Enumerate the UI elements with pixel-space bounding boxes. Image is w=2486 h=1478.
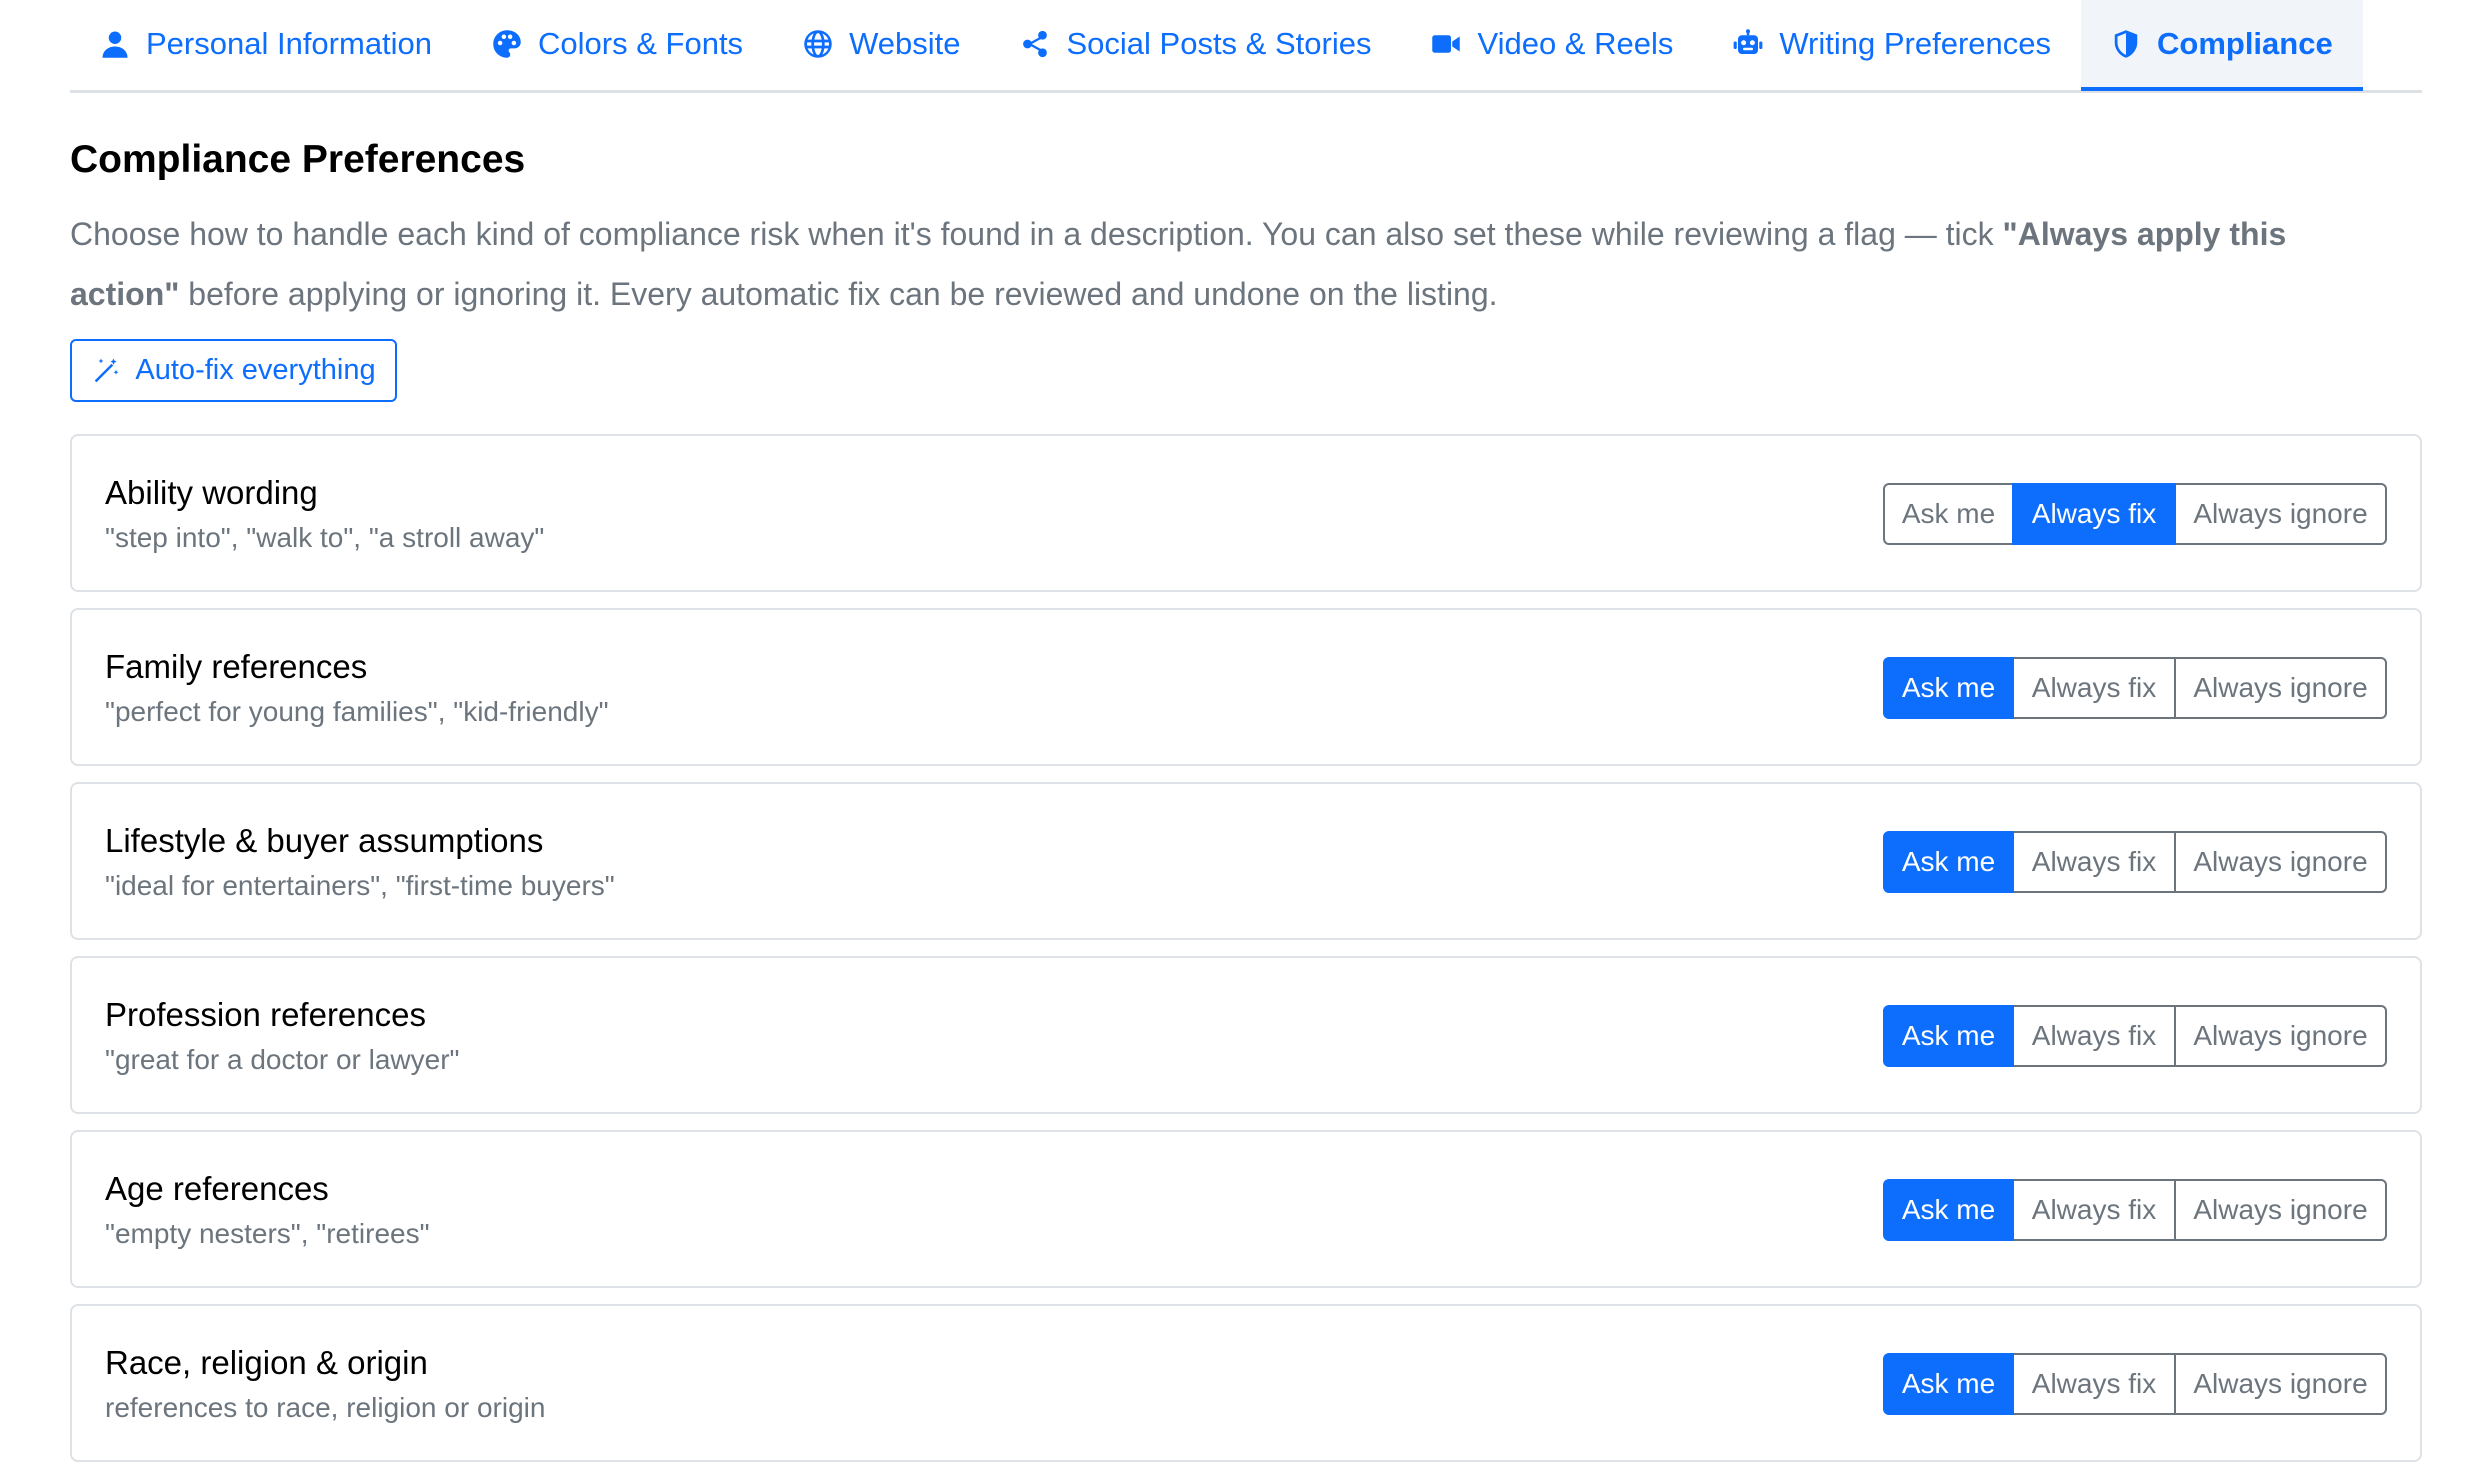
user-icon (100, 29, 130, 59)
palette-icon (492, 29, 522, 59)
tab-label: Writing Preferences (1779, 26, 2051, 61)
category-examples: references to race, religion or origin (105, 1392, 546, 1423)
category-card-race-religion-origin: Race, religion & origin references to ra… (70, 1304, 2422, 1462)
always-fix-button[interactable]: Always fix (2012, 657, 2176, 719)
category-examples: "step into", "walk to", "a stroll away" (105, 522, 545, 553)
globe-icon (803, 29, 833, 59)
ask-me-button[interactable]: Ask me (1883, 1353, 2014, 1415)
category-card-family-references: Family references "perfect for young fam… (70, 608, 2422, 766)
intro-text: Choose how to handle each kind of compli… (70, 204, 2360, 324)
category-card-age-references: Age references "empty nesters", "retiree… (70, 1130, 2422, 1288)
category-title: Race, religion & origin (105, 1344, 428, 1381)
action-toggle-group: Ask me Always fix Always ignore (1883, 1005, 2387, 1067)
always-fix-button[interactable]: Always fix (2012, 1353, 2176, 1415)
category-examples: "great for a doctor or lawyer" (105, 1044, 460, 1075)
always-ignore-button[interactable]: Always ignore (2174, 1005, 2387, 1067)
always-fix-button[interactable]: Always fix (2012, 1179, 2176, 1241)
settings-tabs: Personal Information Colors & Fonts Webs… (70, 0, 2422, 93)
tab-compliance[interactable]: Compliance (2081, 0, 2363, 91)
category-title: Profession references (105, 996, 426, 1033)
category-title: Lifestyle & buyer assumptions (105, 822, 544, 859)
tab-label: Compliance (2157, 25, 2333, 61)
page-title: Compliance Preferences (70, 138, 526, 181)
tab-label: Website (849, 26, 961, 61)
tab-social-posts-stories[interactable]: Social Posts & Stories (990, 0, 1401, 88)
tab-personal-information[interactable]: Personal Information (70, 0, 462, 88)
tab-label: Social Posts & Stories (1066, 26, 1372, 61)
ask-me-button[interactable]: Ask me (1883, 483, 2014, 545)
always-ignore-button[interactable]: Always ignore (2174, 657, 2387, 719)
category-examples: "empty nesters", "retirees" (105, 1218, 430, 1249)
intro-text-part2: before applying or ignoring it. Every au… (179, 276, 1498, 312)
category-examples: "ideal for entertainers", "first-time bu… (105, 870, 615, 901)
action-toggle-group: Ask me Always fix Always ignore (1883, 1179, 2387, 1241)
category-title: Ability wording (105, 474, 318, 511)
share-icon (1020, 29, 1050, 59)
action-toggle-group: Ask me Always fix Always ignore (1883, 831, 2387, 893)
always-fix-button[interactable]: Always fix (2012, 483, 2176, 545)
robot-icon (1733, 29, 1763, 59)
tab-label: Colors & Fonts (538, 26, 744, 61)
video-icon (1431, 29, 1461, 59)
ask-me-button[interactable]: Ask me (1883, 1005, 2014, 1067)
category-card-ability-wording: Ability wording "step into", "walk to", … (70, 434, 2422, 592)
compliance-category-list: Ability wording "step into", "walk to", … (70, 434, 2422, 1478)
auto-fix-everything-label: Auto-fix everything (135, 354, 376, 386)
category-examples: "perfect for young families", "kid-frien… (105, 696, 609, 727)
always-fix-button[interactable]: Always fix (2012, 831, 2176, 893)
action-toggle-group: Ask me Always fix Always ignore (1883, 657, 2387, 719)
action-toggle-group: Ask me Always fix Always ignore (1883, 483, 2387, 545)
always-ignore-button[interactable]: Always ignore (2174, 831, 2387, 893)
tab-label: Personal Information (146, 26, 433, 61)
always-ignore-button[interactable]: Always ignore (2174, 483, 2387, 545)
intro-text-part1: Choose how to handle each kind of compli… (70, 216, 2003, 252)
ask-me-button[interactable]: Ask me (1883, 657, 2014, 719)
category-card-lifestyle-buyer-assumptions: Lifestyle & buyer assumptions "ideal for… (70, 782, 2422, 940)
shield-icon (2111, 29, 2141, 59)
tab-writing-preferences[interactable]: Writing Preferences (1703, 0, 2081, 88)
ask-me-button[interactable]: Ask me (1883, 831, 2014, 893)
category-title: Age references (105, 1170, 329, 1207)
tab-colors-fonts[interactable]: Colors & Fonts (462, 0, 773, 88)
always-ignore-button[interactable]: Always ignore (2174, 1179, 2387, 1241)
action-toggle-group: Ask me Always fix Always ignore (1883, 1353, 2387, 1415)
magic-wand-icon (95, 358, 119, 382)
category-card-profession-references: Profession references "great for a docto… (70, 956, 2422, 1114)
tab-label: Video & Reels (1477, 26, 1674, 61)
always-ignore-button[interactable]: Always ignore (2174, 1353, 2387, 1415)
auto-fix-everything-button[interactable]: Auto-fix everything (70, 339, 397, 402)
always-fix-button[interactable]: Always fix (2012, 1005, 2176, 1067)
ask-me-button[interactable]: Ask me (1883, 1179, 2014, 1241)
category-title: Family references (105, 648, 368, 685)
compliance-settings-page: Personal Information Colors & Fonts Webs… (0, 0, 2486, 1478)
tab-website[interactable]: Website (773, 0, 990, 88)
tab-video-reels[interactable]: Video & Reels (1401, 0, 1703, 88)
